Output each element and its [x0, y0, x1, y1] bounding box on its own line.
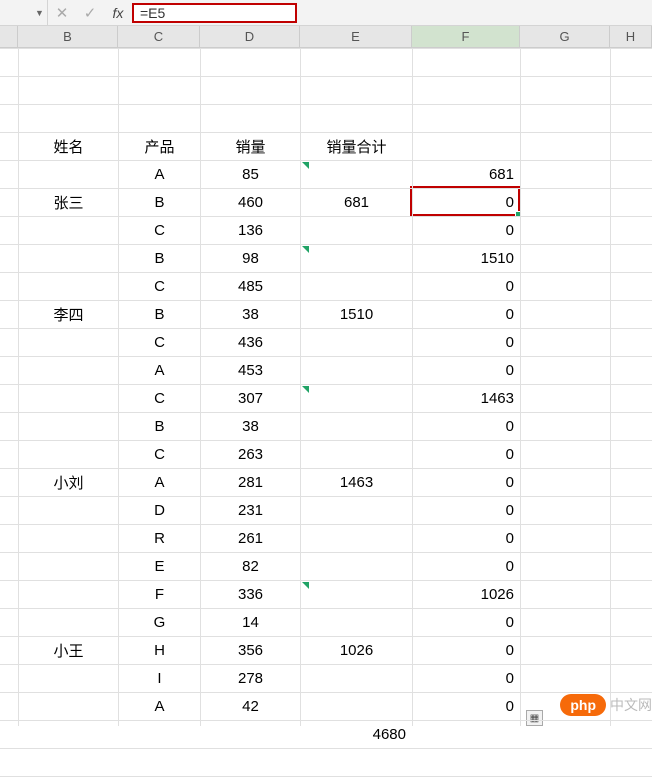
cell-sales[interactable]: 278 — [201, 665, 301, 693]
cell-sales[interactable]: 460 — [201, 189, 301, 217]
col-header-h[interactable]: H — [610, 26, 652, 47]
f-cell[interactable]: 0 — [412, 692, 520, 720]
f-cell[interactable]: 0 — [412, 468, 520, 496]
cell-product[interactable]: B — [119, 413, 201, 441]
col-header-blank[interactable] — [0, 26, 18, 47]
cell-sales[interactable]: 98 — [201, 245, 301, 273]
cancel-icon[interactable]: ✕ — [48, 0, 76, 25]
cell-product[interactable]: A — [119, 357, 201, 385]
cell-total[interactable]: 1510 — [301, 245, 413, 385]
chevron-down-icon[interactable]: ▼ — [35, 8, 45, 18]
quick-analysis-icon[interactable]: ▦ — [526, 710, 543, 726]
cell-name[interactable]: 小王 — [19, 581, 119, 721]
cell-name[interactable]: 李四 — [19, 245, 119, 385]
cell-sales[interactable]: 436 — [201, 329, 301, 357]
f-cell[interactable]: 0 — [412, 216, 520, 244]
cell-sales[interactable]: 485 — [201, 273, 301, 301]
f-cell[interactable]: 0 — [412, 636, 520, 664]
cell-sales[interactable]: 356 — [201, 637, 301, 665]
column-headers: B C D E F G H — [0, 26, 652, 48]
formula-input-highlight: =E5 — [132, 3, 297, 23]
cell-product[interactable]: A — [119, 161, 201, 189]
cell-product[interactable]: I — [119, 665, 201, 693]
watermark: php 中文网 — [560, 694, 652, 716]
watermark-text: 中文网 — [610, 695, 652, 715]
th-product: 产品 — [119, 133, 201, 161]
cell-sales[interactable]: 307 — [201, 385, 301, 413]
f-cell[interactable]: 0 — [412, 272, 520, 300]
f-cell[interactable]: 681 — [412, 160, 520, 188]
cell-sales[interactable]: 42 — [201, 693, 301, 721]
cell-product[interactable]: D — [119, 497, 201, 525]
cell-name[interactable]: 张三 — [19, 161, 119, 245]
cell-product[interactable]: C — [119, 217, 201, 245]
cell-product[interactable]: B — [119, 189, 201, 217]
col-header-g[interactable]: G — [520, 26, 610, 47]
th-sales: 销量 — [201, 133, 301, 161]
confirm-icon[interactable]: ✓ — [76, 0, 104, 25]
f-cell[interactable]: 1463 — [412, 384, 520, 412]
f-cell[interactable]: 1026 — [412, 580, 520, 608]
f-cell[interactable]: 1510 — [412, 244, 520, 272]
watermark-pill: php — [560, 694, 606, 716]
cell-sales[interactable]: 38 — [201, 413, 301, 441]
cell-sales[interactable]: 38 — [201, 301, 301, 329]
f-cell[interactable]: 0 — [412, 524, 520, 552]
cell-sales[interactable]: 281 — [201, 469, 301, 497]
merge-indicator-icon — [302, 582, 309, 589]
f-cell[interactable]: 0 — [412, 552, 520, 580]
f-cell[interactable]: 0 — [412, 300, 520, 328]
col-header-b[interactable]: B — [18, 26, 118, 47]
cell-product[interactable]: G — [119, 609, 201, 637]
cell-sales[interactable]: 453 — [201, 357, 301, 385]
cell-product[interactable]: B — [119, 301, 201, 329]
cell-sales[interactable]: 263 — [201, 441, 301, 469]
f-cell[interactable]: 0 — [412, 188, 520, 216]
f-cell[interactable]: 0 — [412, 440, 520, 468]
f-cell[interactable]: 0 — [412, 328, 520, 356]
cell-sales[interactable]: 336 — [201, 581, 301, 609]
th-name: 姓名 — [19, 133, 119, 161]
col-header-d[interactable]: D — [200, 26, 300, 47]
cell-total[interactable]: 681 — [301, 161, 413, 245]
cell-product[interactable]: B — [119, 245, 201, 273]
merge-indicator-icon — [302, 386, 309, 393]
cell-product[interactable]: A — [119, 469, 201, 497]
merge-indicator-icon — [302, 162, 309, 169]
cell-product[interactable]: C — [119, 385, 201, 413]
cell-sales[interactable]: 231 — [201, 497, 301, 525]
cell-product[interactable]: H — [119, 637, 201, 665]
cell-product[interactable]: R — [119, 525, 201, 553]
col-header-c[interactable]: C — [118, 26, 200, 47]
cell-product[interactable]: C — [119, 329, 201, 357]
grand-total[interactable]: 4680 — [300, 720, 412, 748]
cell-sales[interactable]: 14 — [201, 609, 301, 637]
col-header-e[interactable]: E — [300, 26, 412, 47]
f-cell[interactable]: 0 — [412, 356, 520, 384]
cell-sales[interactable]: 261 — [201, 525, 301, 553]
data-table: 姓名产品销量销量合计张三A85681B460C136李四B981510C485B… — [18, 132, 413, 721]
formula-buttons: ✕ ✓ fx — [48, 0, 132, 25]
cell-product[interactable]: C — [119, 441, 201, 469]
cell-product[interactable]: E — [119, 553, 201, 581]
cell-product[interactable]: A — [119, 693, 201, 721]
spreadsheet-grid[interactable]: 姓名产品销量销量合计张三A85681B460C136李四B981510C485B… — [0, 48, 652, 726]
cell-total[interactable]: 1026 — [301, 581, 413, 721]
cell-product[interactable]: C — [119, 273, 201, 301]
cell-sales[interactable]: 136 — [201, 217, 301, 245]
name-box[interactable]: ▼ — [0, 0, 48, 25]
formula-input[interactable]: =E5 — [140, 5, 165, 21]
cell-sales[interactable]: 85 — [201, 161, 301, 189]
formula-bar: ▼ ✕ ✓ fx =E5 — [0, 0, 652, 26]
col-header-f[interactable]: F — [412, 26, 520, 47]
f-cell[interactable]: 0 — [412, 496, 520, 524]
merge-indicator-icon — [302, 246, 309, 253]
f-cell[interactable]: 0 — [412, 608, 520, 636]
fx-icon[interactable]: fx — [104, 0, 132, 25]
f-cell[interactable]: 0 — [412, 412, 520, 440]
cell-product[interactable]: F — [119, 581, 201, 609]
cell-sales[interactable]: 82 — [201, 553, 301, 581]
f-cell[interactable]: 0 — [412, 664, 520, 692]
th-total: 销量合计 — [301, 133, 413, 161]
